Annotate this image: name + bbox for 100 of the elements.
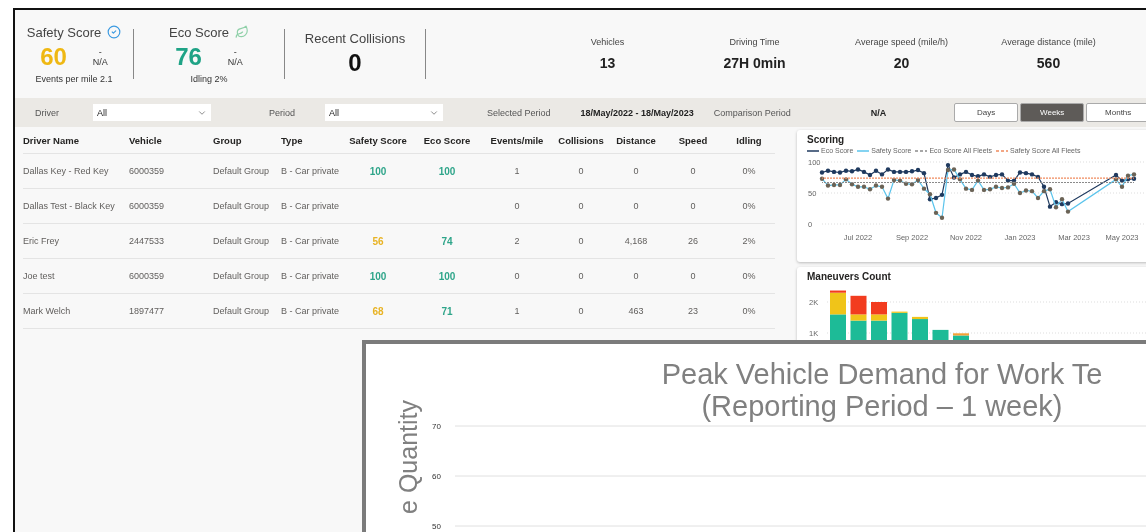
column-header[interactable]: Idling xyxy=(723,134,775,146)
table-cell-text: B - Car private xyxy=(281,201,341,211)
table-cell-text: Default Group xyxy=(213,201,271,211)
period-value: 18/May/2022 - 18/May/2023 xyxy=(580,107,694,118)
period-value: N/A xyxy=(870,107,887,118)
stat-value: 27H 0min xyxy=(723,55,786,71)
score-cell: 100 xyxy=(369,270,387,282)
score-value: 60 xyxy=(40,42,67,71)
card-title: Recent Collisions xyxy=(304,31,406,46)
granularity-button[interactable]: Weeks xyxy=(1020,103,1085,122)
column-header[interactable]: Vehicle xyxy=(129,134,213,146)
table-cell-text: 0 xyxy=(577,166,585,176)
axis-label: e Quantity xyxy=(394,400,423,514)
table-cell-text: 0 xyxy=(577,201,585,211)
column-header[interactable]: Driver Name xyxy=(23,134,129,146)
column-header[interactable]: Events/mile xyxy=(481,134,553,146)
table-cell-text: 0 xyxy=(577,306,585,316)
granularity-button[interactable]: Months xyxy=(1086,103,1146,122)
table-cell-text: 2447533 xyxy=(129,236,166,246)
table-cell-text: 0% xyxy=(741,166,757,176)
table-cell-text: Mark Welch xyxy=(23,306,72,316)
table-cell-text: Default Group xyxy=(213,166,271,176)
table-cell-text: 4,168 xyxy=(623,236,649,246)
table-cell-text: Dallas Key - Red Key xyxy=(23,166,110,176)
delta-text: - xyxy=(233,46,237,57)
driver-select[interactable]: All xyxy=(93,104,211,121)
column-header[interactable]: Safety Score xyxy=(343,134,413,146)
card-title: Safety Score xyxy=(26,24,102,40)
score-cell: 68 xyxy=(372,305,384,317)
table-cell-text: 0% xyxy=(741,306,757,316)
period-select[interactable]: All xyxy=(325,104,443,121)
table-cell-text: Dallas Test - Black Key xyxy=(23,201,116,211)
stat-value: 20 xyxy=(893,55,910,71)
score-cell: 74 xyxy=(441,235,453,247)
stat-value: 13 xyxy=(599,55,616,71)
column-header[interactable]: Type xyxy=(281,134,343,146)
score-cell: 100 xyxy=(438,270,456,282)
check-circle-icon xyxy=(107,25,122,39)
data-point xyxy=(1065,209,1071,214)
filter-label: Comparison Period xyxy=(713,107,791,118)
table-cell-text: 0 xyxy=(632,166,640,176)
table-cell-text: Default Group xyxy=(213,236,271,246)
table-cell-text: 6000359 xyxy=(129,166,166,176)
axis-tick-label: 50 xyxy=(432,522,441,531)
chart-title: Scoring xyxy=(807,134,846,145)
stat-label: Average distance (mile) xyxy=(1001,37,1096,47)
table-cell-text: 0% xyxy=(741,271,757,281)
column-header[interactable]: Group xyxy=(213,134,281,146)
table-cell-text: 0 xyxy=(577,271,585,281)
axis-tick-label: 70 xyxy=(432,422,441,431)
table-cell-text: 0 xyxy=(632,201,640,211)
table-cell-text: Joe test xyxy=(23,271,56,281)
score-cell: 71 xyxy=(441,305,453,317)
table-cell-text: 1 xyxy=(513,166,521,176)
table-cell-text: 6000359 xyxy=(129,201,166,211)
stat-value: 560 xyxy=(1036,55,1061,71)
column-header[interactable]: Distance xyxy=(609,134,663,146)
score-note: Idling 2% xyxy=(190,73,228,84)
stat-label: Driving Time xyxy=(729,37,780,47)
table-cell-text: 463 xyxy=(627,306,645,316)
card-title: Eco Score xyxy=(169,24,229,40)
table-cell-text: 0 xyxy=(632,271,640,281)
stat-label: Vehicles xyxy=(590,37,625,47)
legend-line-icon xyxy=(807,148,819,153)
table-cell-text: B - Car private xyxy=(281,166,341,176)
table-cell-text: 1897477 xyxy=(129,306,166,316)
legend-line-icon xyxy=(857,148,870,153)
score-note: Events per mile 2.1 xyxy=(35,73,113,84)
filter-label: Period xyxy=(269,107,295,118)
table-cell-text: B - Car private xyxy=(281,236,341,246)
leaf-icon xyxy=(235,25,249,39)
table-cell-text: 2% xyxy=(741,236,757,246)
table-cell-text: Eric Frey xyxy=(23,236,60,246)
table-cell-text: 0 xyxy=(513,271,521,281)
table-cell-text: B - Car private xyxy=(281,271,341,281)
delta-text: - xyxy=(98,46,102,57)
comparison-value: N/A xyxy=(92,56,108,67)
table-cell-text: 0 xyxy=(689,271,697,281)
column-header[interactable]: Eco Score xyxy=(413,134,481,146)
score-cell: 100 xyxy=(438,165,456,177)
column-header[interactable]: Collisions xyxy=(553,134,609,146)
score-cell: 56 xyxy=(372,235,384,247)
filter-label: Driver xyxy=(35,107,59,118)
table-cell-text: 26 xyxy=(687,236,699,246)
table-cell-text: 0 xyxy=(513,201,521,211)
table-cell-text: 6000359 xyxy=(129,271,166,281)
chart-title: Maneuvers Count xyxy=(807,271,892,282)
table-cell-text: 0 xyxy=(689,166,697,176)
table-cell-text: 23 xyxy=(687,306,699,316)
table-cell-text: 2 xyxy=(513,236,521,246)
legend-line-icon xyxy=(996,148,1008,153)
granularity-button[interactable]: Days xyxy=(954,103,1019,122)
score-value: 76 xyxy=(175,42,202,71)
table-cell-text: 1 xyxy=(513,306,521,316)
axis-tick-label: 60 xyxy=(432,472,441,481)
collision-count: 0 xyxy=(348,49,362,77)
data-point xyxy=(885,196,891,201)
score-cell: 100 xyxy=(369,165,387,177)
column-header[interactable]: Speed xyxy=(663,134,723,146)
table-cell-text: Default Group xyxy=(213,271,271,281)
